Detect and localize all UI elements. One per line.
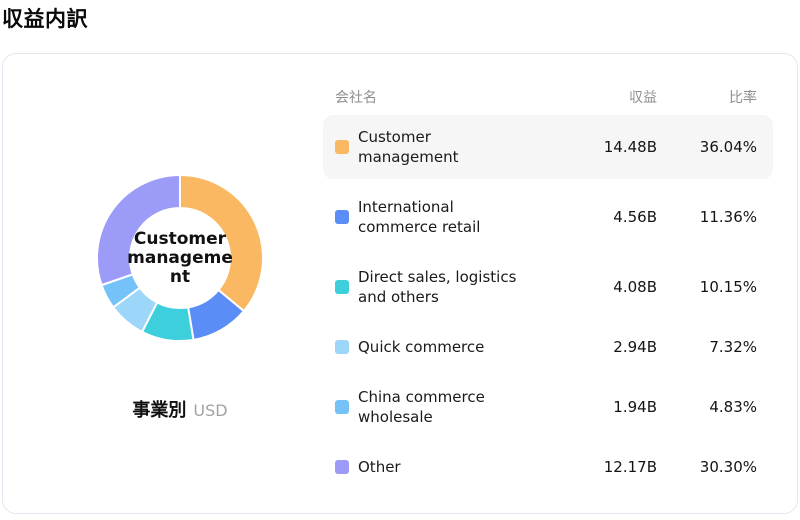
legend-swatch <box>335 280 349 294</box>
row-label: Quick commerce <box>358 338 485 356</box>
row-revenue: 12.17B <box>603 458 657 476</box>
row-label: China commerce wholesale <box>358 388 485 426</box>
row-revenue: 4.56B <box>613 208 657 226</box>
donut-chart-svg[interactable] <box>80 158 280 358</box>
row-label: International commerce retail <box>358 198 481 236</box>
table-row[interactable]: Customer management 14.48B 36.04% <box>323 115 773 179</box>
row-ratio: 7.32% <box>709 338 757 356</box>
table-row[interactable]: Quick commerce 2.94B 7.32% <box>323 325 773 369</box>
revenue-breakdown-card: Customer manageme nt 事業別 USD 会社名 収益 比率 C… <box>2 53 798 514</box>
legend-swatch <box>335 400 349 414</box>
donut-slice-5[interactable] <box>96 174 181 287</box>
donut-chart[interactable]: Customer manageme nt <box>80 158 280 358</box>
table-row[interactable]: Other 12.17B 30.30% <box>323 445 773 489</box>
table-row[interactable]: International commerce retail 4.56B 11.3… <box>323 185 773 249</box>
donut-slice-0[interactable] <box>179 174 264 313</box>
row-ratio: 11.36% <box>699 208 757 226</box>
header-company-name: 会社名 <box>335 90 377 106</box>
row-revenue: 2.94B <box>613 338 657 356</box>
table-row[interactable]: Direct sales, logistics and others 4.08B… <box>323 255 773 319</box>
chart-unit-label: USD <box>193 401 228 420</box>
chart-group-label: 事業別 <box>132 400 187 421</box>
row-ratio: 4.83% <box>709 398 757 416</box>
row-ratio: 36.04% <box>699 138 757 156</box>
legend-swatch <box>335 460 349 474</box>
legend-swatch <box>335 210 349 224</box>
row-ratio: 10.15% <box>699 278 757 296</box>
legend-swatch <box>335 140 349 154</box>
row-label: Customer management <box>358 128 459 166</box>
row-revenue: 1.94B <box>613 398 657 416</box>
table-row[interactable]: China commerce wholesale 1.94B 4.83% <box>323 375 773 439</box>
breakdown-table: 会社名 収益 比率 Customer management 14.48B 36.… <box>323 87 773 495</box>
row-revenue: 14.48B <box>603 138 657 156</box>
row-revenue: 4.08B <box>613 278 657 296</box>
row-label: Other <box>358 458 401 476</box>
table-header-row: 会社名 収益 比率 <box>323 87 773 107</box>
row-label: Direct sales, logistics and others <box>358 268 517 306</box>
header-ratio: 比率 <box>729 90 757 106</box>
header-revenue: 収益 <box>629 90 657 106</box>
chart-footer: 事業別 USD <box>3 396 357 422</box>
row-ratio: 30.30% <box>699 458 757 476</box>
page-title: 収益内訳 <box>2 7 88 31</box>
legend-swatch <box>335 340 349 354</box>
